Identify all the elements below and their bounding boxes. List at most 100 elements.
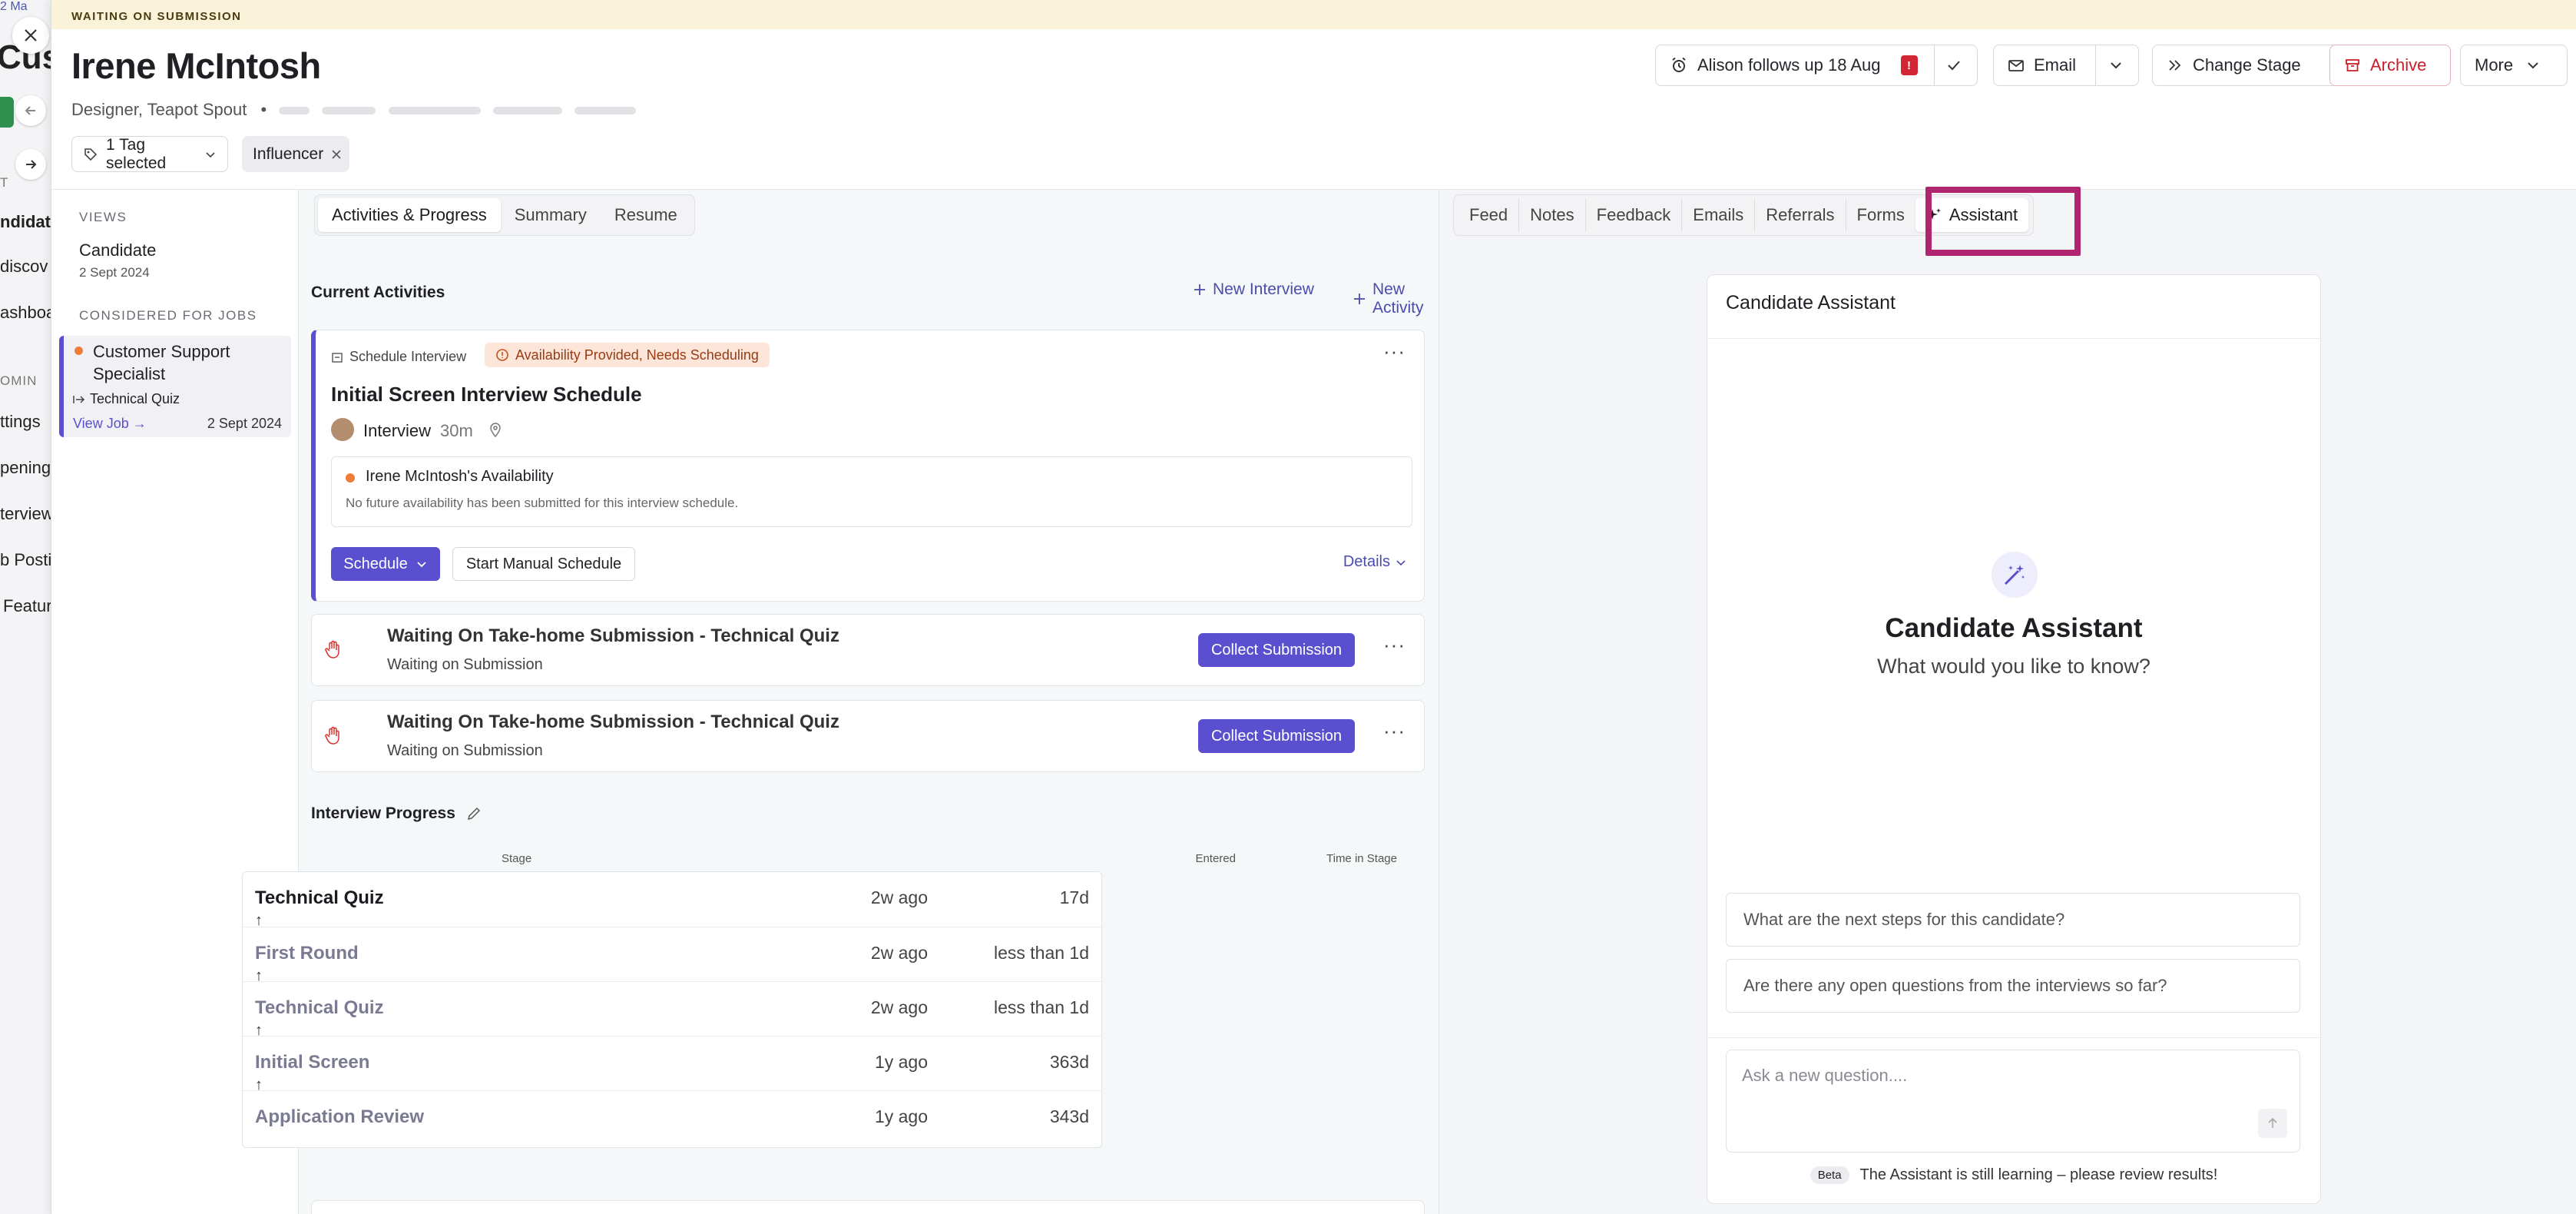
tag-icon [83, 147, 98, 162]
change-stage-button[interactable]: Change Stage [2152, 45, 2339, 86]
bg-badge [0, 97, 14, 128]
bg-nav-item[interactable]: ttings [0, 412, 41, 432]
bg-nav-item[interactable]: terview [0, 504, 51, 524]
assistant-disclaimer: Beta The Assistant is still learning – p… [1707, 1166, 2320, 1184]
tab-feed[interactable]: Feed [1459, 198, 1518, 232]
table-row: Initial Screen 1y ago 363d ↑ [243, 1036, 1101, 1093]
status-badge: Availability Provided, Needs Scheduling [485, 343, 770, 367]
plus-icon [1193, 283, 1207, 297]
email-button[interactable]: Email [1994, 45, 2095, 85]
redacted-text [492, 107, 562, 115]
table-row: First Round 2w ago less than 1d ↑ [243, 927, 1101, 984]
tab-referrals[interactable]: Referrals [1754, 198, 1845, 232]
hand-stop-icon [324, 639, 343, 659]
more-label: More [2475, 55, 2514, 75]
plus-icon [1353, 292, 1366, 306]
redacted-text [322, 107, 376, 115]
followup-button[interactable]: Alison follows up 18 Aug ! [1656, 45, 1934, 85]
bg-nav-item[interactable]: ndidat [0, 212, 51, 232]
more-button[interactable]: More [2460, 45, 2568, 86]
remove-tag-icon[interactable] [331, 149, 342, 160]
redacted-text [574, 107, 636, 115]
view-candidate[interactable]: Candidate [79, 240, 156, 260]
tab-feedback[interactable]: Feedback [1584, 198, 1682, 232]
assistant-card: Candidate Assistant Candidate Assistant … [1707, 274, 2321, 1204]
job-stage: Technical Quiz [73, 391, 180, 407]
more-options-icon[interactable]: ··· [1383, 719, 1406, 743]
more-options-icon[interactable]: ··· [1383, 633, 1406, 657]
schedule-button[interactable]: Schedule [331, 547, 440, 581]
view-date: 2 Sept 2024 [79, 265, 150, 280]
tab-notes[interactable]: Notes [1518, 198, 1584, 232]
waiting-activity-card: Waiting On Take-home Submission - Techni… [311, 700, 1425, 772]
redacted-text [279, 107, 310, 115]
availability-box: Irene McIntosh's Availability No future … [331, 456, 1412, 527]
chevron-down-icon [2525, 58, 2541, 73]
pencil-icon[interactable] [466, 806, 482, 821]
redacted-text [388, 107, 481, 115]
candidate-drawer: WAITING ON SUBMISSION Irene McIntosh Des… [51, 0, 2576, 1214]
archive-label: Archive [2370, 55, 2427, 75]
view-job-link[interactable]: View Job → [73, 416, 147, 432]
interview-duration: 30m [440, 421, 473, 440]
question-input[interactable]: Ask a new question.... [1726, 1050, 2300, 1153]
forward-arrow-icon[interactable] [15, 149, 46, 180]
suggested-question[interactable]: What are the next steps for this candida… [1726, 893, 2300, 947]
bg-nav-item[interactable]: b Postir [0, 550, 51, 570]
col-time-in-stage: Time in Stage [1326, 852, 1397, 865]
close-drawer-button[interactable] [12, 17, 49, 54]
back-arrow-icon[interactable] [15, 95, 46, 126]
tab-emails[interactable]: Emails [1681, 198, 1754, 232]
status-banner: WAITING ON SUBMISSION [51, 0, 2576, 29]
more-options-icon[interactable]: ··· [1383, 340, 1406, 363]
tab-activities-progress[interactable]: Activities & Progress [318, 198, 501, 232]
bg-nav-item[interactable]: discov [0, 257, 48, 277]
new-interview-button[interactable]: New Interview [1193, 280, 1314, 299]
availability-title: Irene McIntosh's Availability [366, 468, 554, 485]
magic-wand-icon [1992, 552, 2038, 598]
divider [1707, 1037, 2320, 1038]
send-button[interactable] [2258, 1109, 2287, 1138]
tab-resume[interactable]: Resume [601, 198, 691, 232]
start-manual-schedule-button[interactable]: Start Manual Schedule [452, 547, 635, 581]
email-dropdown-button[interactable] [2096, 45, 2136, 85]
archive-button[interactable]: Archive [2329, 45, 2451, 86]
details-toggle[interactable]: Details [1343, 553, 1407, 571]
bg-nav-item[interactable]: ashboa [0, 303, 51, 323]
question-placeholder: Ask a new question.... [1742, 1066, 1908, 1085]
tab-forms[interactable]: Forms [1845, 198, 1915, 232]
warning-circle-icon [495, 348, 509, 362]
table-row: Technical Quiz 2w ago less than 1d ↑ [243, 981, 1101, 1039]
table-row: Technical Quiz 2w ago 17d ↑ [255, 887, 1089, 929]
bg-section-label: OMIN [0, 373, 38, 388]
interview-label: Interview [363, 421, 432, 440]
change-stage-label: Change Stage [2193, 55, 2301, 75]
tag-selector-label: 1 Tag selected [106, 135, 167, 172]
bullet: • [260, 100, 267, 119]
candidate-name: Irene McIntosh [71, 45, 321, 86]
bg-nav-item[interactable]: Featur [3, 596, 51, 616]
disclaimer-text: The Assistant is still learning – please… [1859, 1166, 2218, 1183]
suggested-question[interactable]: Are there any open questions from the in… [1726, 959, 2300, 1013]
hand-stop-icon [324, 725, 343, 745]
divider [1707, 338, 2320, 339]
waiting-activity-card: Waiting On Take-home Submission - Techni… [311, 614, 1425, 686]
collect-submission-button[interactable]: Collect Submission [1198, 633, 1355, 667]
col-stage: Stage [502, 852, 532, 865]
tab-summary[interactable]: Summary [501, 198, 601, 232]
bg-nav-item[interactable]: penings [0, 458, 51, 478]
arrow-up-icon [2266, 1116, 2280, 1130]
chevron-down-icon [2108, 58, 2124, 73]
waiting-title: Waiting On Take-home Submission - Techni… [387, 711, 839, 732]
col-entered: Entered [1195, 852, 1236, 865]
collect-submission-button[interactable]: Collect Submission [1198, 719, 1355, 753]
status-dot [74, 347, 83, 355]
job-title: Customer Support Specialist [93, 342, 230, 383]
archive-icon [2344, 57, 2361, 74]
mark-done-button[interactable] [1935, 45, 1973, 85]
new-activity-button[interactable]: New Activity [1353, 280, 1439, 317]
tag-chip-label: Influencer [253, 144, 324, 163]
job-card[interactable]: Customer Support Specialist Technical Qu… [59, 336, 291, 437]
candidate-subtitle: Designer, Teapot Spout • [71, 100, 636, 120]
tag-selector[interactable]: 1 Tag selected [71, 136, 228, 172]
